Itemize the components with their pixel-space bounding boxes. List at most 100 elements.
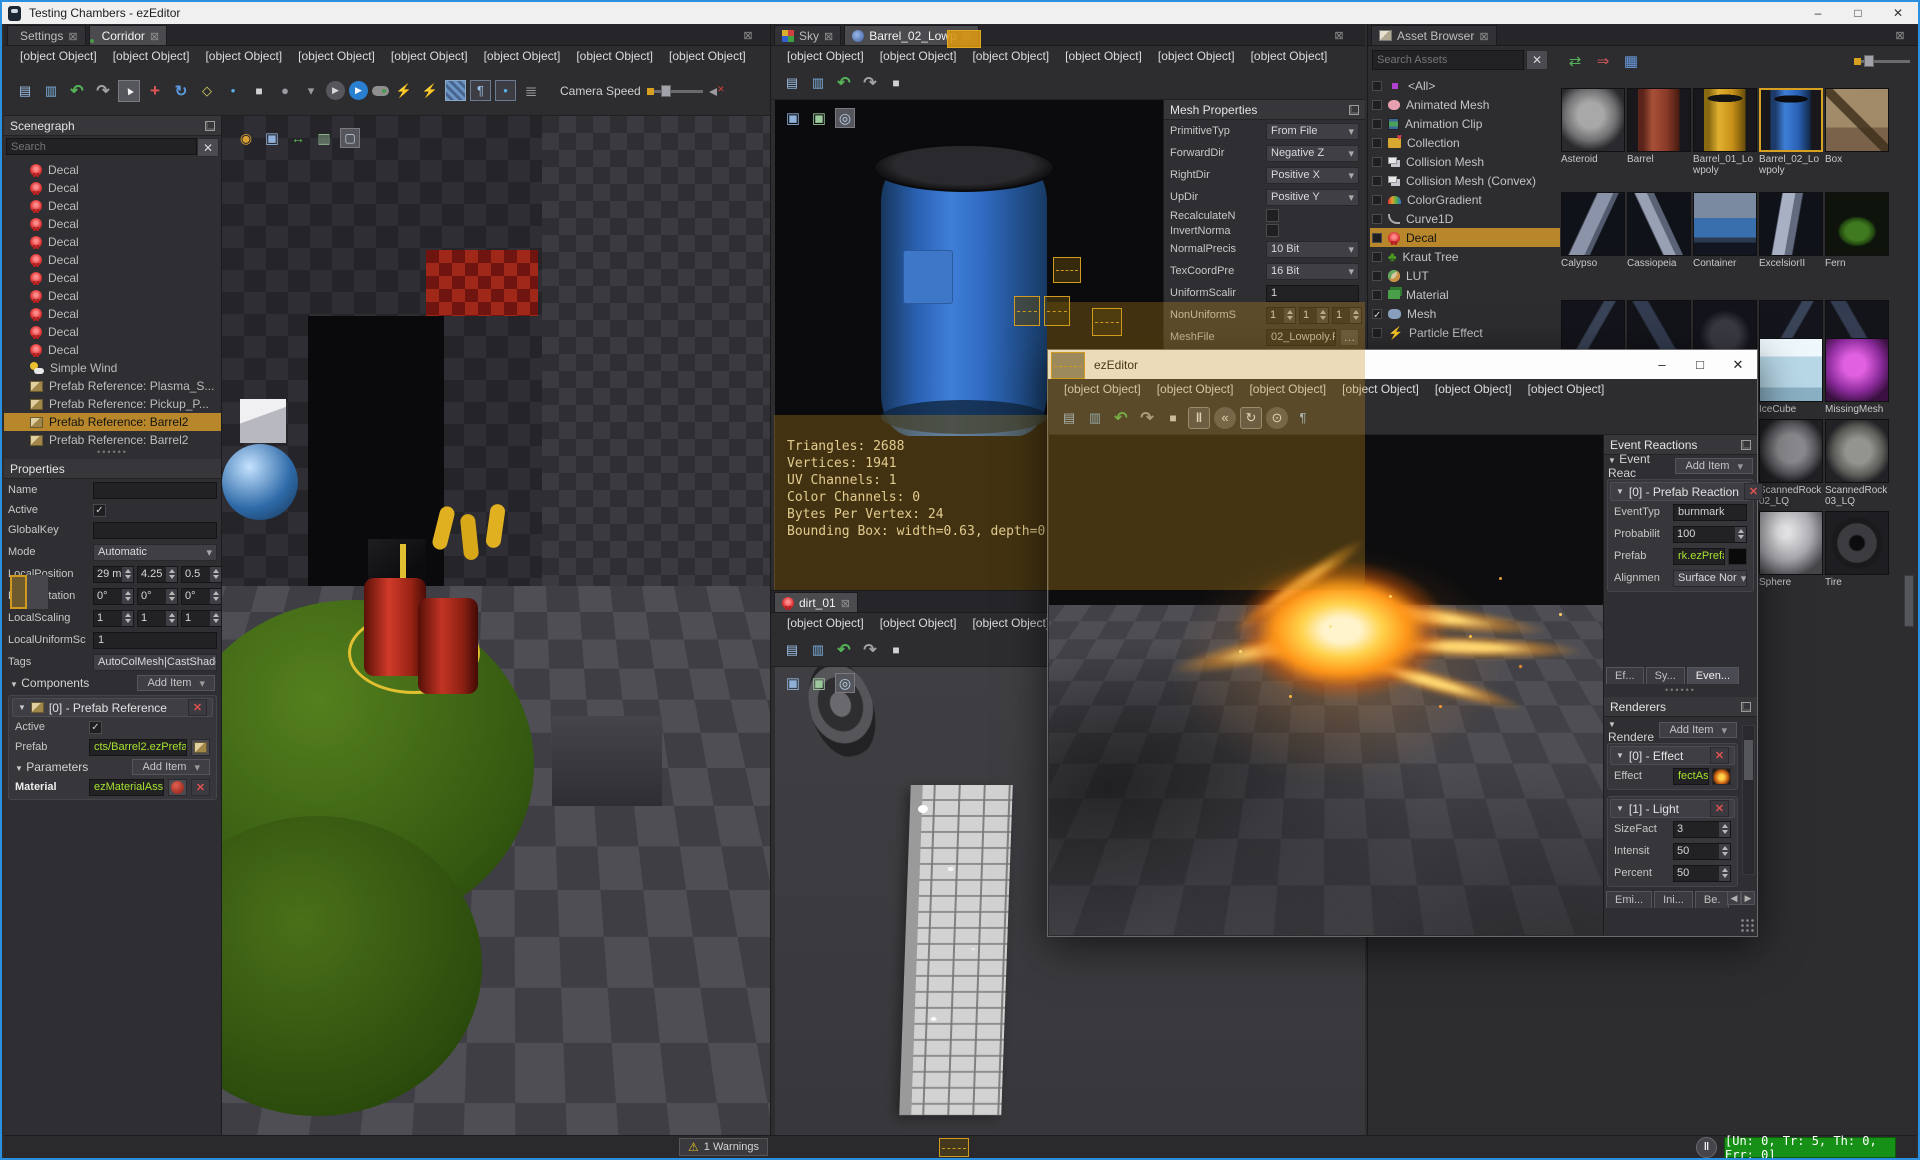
[object Object][interactable] [885, 639, 907, 661]
asset-type-item[interactable]: LUT [1370, 266, 1560, 285]
menu-item[interactable]: [object Object] [12, 48, 105, 64]
scenegraph-item[interactable]: Decal [4, 179, 221, 197]
particle-3d-viewport[interactable] [1049, 435, 1603, 935]
[object Object][interactable] [222, 80, 244, 102]
[object Object][interactable] [1058, 407, 1080, 429]
asset-item[interactable]: ScannedRock03_LQ [1825, 419, 1889, 507]
asset-thumbnail[interactable] [1693, 88, 1757, 152]
prefab-asset-field[interactable]: cts/Barrel2.ezPrefab [89, 738, 187, 756]
type-filter-checkbox[interactable] [1372, 99, 1382, 110]
asset-item[interactable]: Sphere [1759, 511, 1823, 588]
remove-component-button[interactable]: ✕ [188, 699, 207, 716]
[object Object][interactable] [349, 81, 368, 100]
minimize-button[interactable]: – [1798, 2, 1838, 24]
camera-speed-slider[interactable] [646, 84, 703, 98]
tab-scroll-right-icon[interactable]: ▶ [1741, 891, 1755, 905]
[object Object][interactable] [170, 80, 192, 102]
effect-asset-field[interactable]: fectAsset [1673, 767, 1709, 785]
scenegraph-search-input[interactable] [6, 138, 197, 155]
[object Object][interactable] [300, 80, 322, 102]
renderers-section[interactable]: ▼ Rendere [1608, 716, 1656, 744]
position-spinner[interactable]: 29 m [93, 565, 134, 583]
light-param-spinner[interactable]: 3 [1673, 820, 1731, 838]
components-section[interactable]: ▼ Components [10, 676, 89, 690]
[object Object][interactable] [833, 72, 855, 94]
[object Object][interactable] [288, 128, 308, 148]
type-filter-checkbox[interactable] [1372, 175, 1382, 186]
maximize-button[interactable]: □ [1838, 2, 1878, 24]
menu-item[interactable]: [object Object] [105, 48, 198, 64]
warnings-button[interactable]: 1 Warnings [679, 1138, 768, 1156]
scenegraph-item[interactable]: Prefab Reference: Pickup_P... [4, 395, 221, 413]
panel-tab[interactable]: Ef... [1606, 667, 1644, 684]
scenegraph-item[interactable]: Decal [4, 161, 221, 179]
slider-handle[interactable] [660, 84, 671, 97]
renderers-scrollbar[interactable] [1742, 725, 1755, 875]
tab-close-icon[interactable] [841, 596, 850, 610]
asset-item[interactable]: MissingMesh [1825, 338, 1889, 415]
asset-thumbnail[interactable] [1759, 192, 1823, 256]
nonuniform-spinner[interactable]: 1 [1332, 306, 1362, 324]
material-thumbnail-button[interactable] [168, 778, 187, 796]
type-filter-checkbox[interactable] [1372, 156, 1382, 167]
[object Object][interactable] [326, 81, 345, 100]
asset-type-item[interactable]: Collision Mesh [1370, 152, 1560, 171]
component-active-checkbox[interactable]: ✓ [89, 720, 102, 734]
menu-item[interactable]: [object Object] [872, 48, 965, 64]
asset-thumbnail[interactable] [1759, 511, 1823, 575]
panel-tab[interactable]: Be. [1694, 891, 1730, 908]
scenegraph-item[interactable]: Decal [4, 341, 221, 359]
asset-scrollbar-thumb[interactable] [1904, 575, 1914, 627]
[object Object][interactable] [262, 128, 282, 148]
[object Object][interactable] [445, 80, 466, 101]
event-reactions-section[interactable]: ▼ Event Reac [1608, 452, 1672, 480]
up-dir-dropdown[interactable]: Positive Y [1266, 188, 1359, 206]
scenegraph-item[interactable]: Prefab Reference: Barrel2 [4, 413, 221, 431]
asset-search-input[interactable] [1372, 50, 1524, 70]
type-filter-checkbox[interactable] [1372, 194, 1382, 205]
scenegraph-item[interactable]: Decal [4, 197, 221, 215]
menu-item[interactable]: [object Object] [568, 48, 661, 64]
effect-thumbnail-button[interactable] [1712, 767, 1731, 785]
asset-thumbnail[interactable] [1627, 88, 1691, 152]
[object Object][interactable] [495, 80, 516, 101]
[object Object][interactable] [314, 128, 334, 148]
title-bar[interactable]: Testing Chambers - ezEditor – □ ✕ [2, 2, 1918, 24]
asset-type-item[interactable]: ColorGradient [1370, 190, 1560, 209]
particle-window-title-bar[interactable]: ezEditor – □ ✕ [1048, 350, 1757, 379]
scene-3d-viewport[interactable] [222, 116, 770, 1135]
[object Object][interactable] [274, 80, 296, 102]
asset-type-item[interactable]: Material [1370, 285, 1560, 304]
asset-item[interactable]: Cassiopeia [1627, 192, 1691, 269]
[object Object][interactable] [859, 72, 881, 94]
alignment-dropdown[interactable]: Surface Nor [1673, 569, 1747, 587]
scenegraph-item[interactable]: Decal [4, 215, 221, 233]
invert-normals-checkbox[interactable] [1266, 224, 1279, 237]
menu-item[interactable]: [object Object] [1427, 381, 1520, 397]
probability-spinner[interactable]: 100 [1673, 525, 1747, 543]
name-field[interactable] [93, 481, 217, 499]
[object Object][interactable] [1136, 407, 1158, 429]
asset-thumbnail[interactable] [1825, 419, 1889, 483]
asset-type-item[interactable]: Decal [1370, 228, 1560, 247]
[object Object][interactable] [40, 80, 62, 102]
[object Object][interactable] [1110, 407, 1132, 429]
asset-type-item[interactable]: Curve1D [1370, 209, 1560, 228]
[object Object][interactable] [781, 72, 803, 94]
rotation-spinner[interactable]: 0° [181, 587, 221, 605]
[object Object][interactable] [1292, 407, 1314, 429]
scenegraph-item[interactable]: Prefab Reference: Plasma_S... [4, 377, 221, 395]
menu-item[interactable]: [object Object] [872, 615, 965, 631]
scenegraph-item[interactable]: Decal [4, 233, 221, 251]
type-filter-checkbox[interactable] [1372, 118, 1382, 129]
maximize-button[interactable]: □ [1681, 350, 1719, 379]
[object Object][interactable] [809, 108, 829, 128]
asset-thumbnail[interactable] [1693, 192, 1757, 256]
close-button[interactable]: ✕ [1719, 350, 1757, 379]
asset-type-item[interactable]: ✓ Mesh [1370, 304, 1560, 323]
document-tab[interactable]: Sky [774, 25, 842, 45]
menu-item[interactable]: [object Object] [1149, 381, 1242, 397]
scrollbar-thumb[interactable] [1744, 740, 1753, 780]
asset-type-item[interactable]: <All> [1370, 76, 1560, 95]
panel-splitter[interactable]: •••••• [4, 448, 221, 457]
